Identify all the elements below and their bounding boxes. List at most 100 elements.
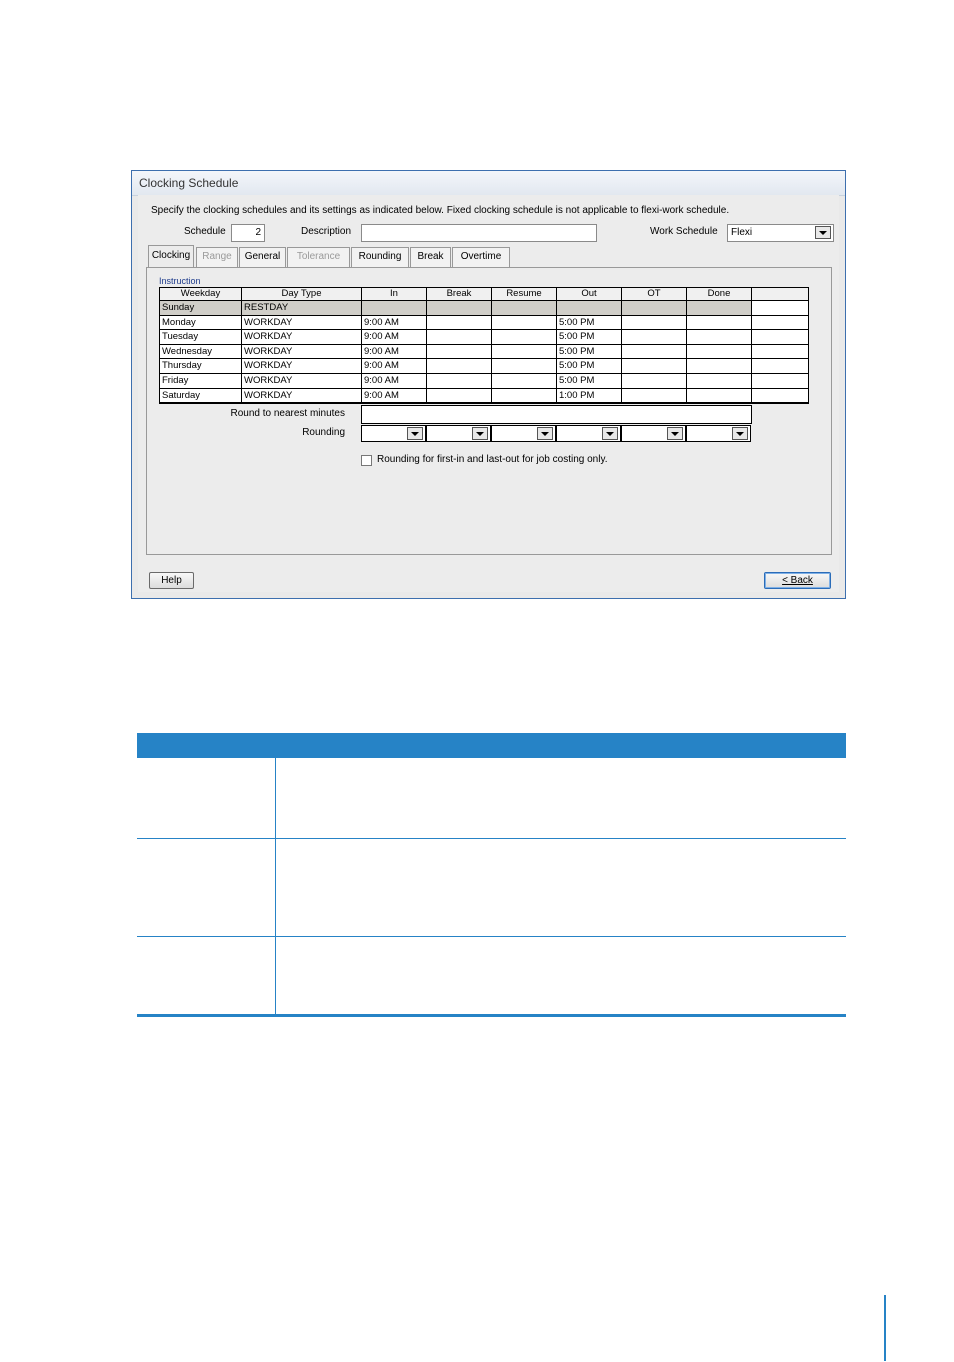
tab-general[interactable]: General (239, 247, 286, 267)
rounding-select[interactable] (426, 425, 491, 442)
column-header-day-type[interactable]: Day Type (242, 288, 362, 301)
grid-cell[interactable]: WORKDAY (242, 374, 362, 389)
grid-cell[interactable] (622, 359, 687, 374)
grid-cell[interactable] (492, 301, 557, 316)
grid-cell[interactable] (687, 330, 752, 345)
grid-cell[interactable]: WORKDAY (242, 344, 362, 360)
grid-cell[interactable] (557, 301, 622, 316)
grid-cell[interactable] (427, 301, 492, 316)
back-button[interactable]: < Back (764, 572, 831, 589)
grid-cell[interactable]: 9:00 AM (362, 330, 427, 345)
rounding-select[interactable] (361, 425, 426, 442)
grid-cell[interactable] (362, 301, 427, 316)
chevron-down-icon[interactable] (537, 427, 553, 440)
grid-cell[interactable]: 5:00 PM (557, 344, 622, 360)
weekday-cell[interactable]: Monday (160, 315, 242, 331)
grid-cell[interactable] (622, 344, 687, 360)
chevron-down-icon[interactable] (407, 427, 423, 440)
grid-cell[interactable]: 5:00 PM (557, 359, 622, 374)
window-titlebar[interactable]: Clocking Schedule (132, 171, 845, 196)
column-header-resume[interactable]: Resume (492, 288, 557, 301)
column-header-done[interactable]: Done (687, 288, 752, 301)
chevron-down-icon[interactable] (472, 427, 488, 440)
grid-cell[interactable] (427, 374, 492, 389)
grid-cell[interactable] (622, 374, 687, 389)
rounding-select[interactable] (686, 425, 751, 442)
weekday-cell[interactable]: Sunday (160, 301, 242, 316)
grid-cell[interactable]: WORKDAY (242, 359, 362, 374)
grid-cell[interactable]: 5:00 PM (557, 330, 622, 345)
chevron-down-icon[interactable] (815, 226, 831, 239)
rounding-select[interactable] (556, 425, 621, 442)
grid-cell[interactable] (492, 359, 557, 374)
grid-cell[interactable]: WORKDAY (242, 330, 362, 345)
grid-cell[interactable] (687, 344, 752, 360)
grid-cell[interactable] (492, 344, 557, 360)
rounding-label: Rounding (302, 427, 345, 438)
grid-cell[interactable]: 9:00 AM (362, 315, 427, 331)
grid-cell[interactable] (622, 301, 687, 316)
chevron-down-icon[interactable] (732, 427, 748, 440)
tab-overtime[interactable]: Overtime (452, 247, 510, 267)
grid-cell[interactable]: 5:00 PM (557, 374, 622, 389)
tab-clocking[interactable]: Clocking (148, 245, 194, 267)
grid-cell[interactable]: 9:00 AM (362, 359, 427, 374)
schedule-field[interactable]: 2 (231, 224, 265, 242)
grid-cell[interactable]: WORKDAY (242, 388, 362, 403)
grid-cell[interactable] (622, 330, 687, 345)
grid-cell[interactable] (492, 315, 557, 331)
chevron-down-icon[interactable] (602, 427, 618, 440)
grid-filler-cell (752, 345, 808, 360)
table-column-divider (275, 758, 276, 1017)
grid-cell[interactable] (427, 388, 492, 403)
weekday-cell[interactable]: Tuesday (160, 330, 242, 345)
chevron-down-icon[interactable] (667, 427, 683, 440)
rounding-select[interactable] (621, 425, 686, 442)
grid-filler-cell (752, 316, 808, 331)
help-button[interactable]: Help (149, 572, 194, 589)
tab-range[interactable]: Range (196, 247, 238, 267)
grid-cell[interactable] (687, 315, 752, 331)
column-header-out[interactable]: Out (557, 288, 622, 301)
description-field[interactable] (361, 224, 597, 242)
grid-cell[interactable] (427, 359, 492, 374)
panel-legend: Instruction (159, 276, 201, 286)
grid-cell[interactable] (427, 330, 492, 345)
grid-cell[interactable] (492, 330, 557, 345)
grid-cell[interactable]: 9:00 AM (362, 374, 427, 389)
document-table-header (137, 733, 846, 758)
rounding-select[interactable] (491, 425, 556, 442)
round-minutes-fields[interactable] (361, 405, 752, 424)
grid-cell[interactable] (622, 315, 687, 331)
column-header-weekday[interactable]: Weekday (160, 288, 242, 301)
job-costing-checkbox[interactable] (361, 455, 372, 466)
grid-cell[interactable] (622, 388, 687, 403)
column-header-break[interactable]: Break (427, 288, 492, 301)
work-schedule-select[interactable]: Flexi (727, 224, 834, 242)
grid-cell[interactable] (492, 388, 557, 403)
grid-cell[interactable]: 1:00 PM (557, 388, 622, 403)
weekday-cell[interactable]: Friday (160, 374, 242, 389)
grid-cell[interactable] (687, 359, 752, 374)
grid-cell[interactable]: 5:00 PM (557, 315, 622, 331)
grid-cell[interactable] (687, 374, 752, 389)
grid-cell[interactable]: 9:00 AM (362, 344, 427, 360)
column-header-ot[interactable]: OT (622, 288, 687, 301)
weekday-cell[interactable]: Saturday (160, 388, 242, 403)
grid-cell[interactable]: 9:00 AM (362, 388, 427, 403)
weekday-cell[interactable]: Thursday (160, 359, 242, 374)
grid-cell[interactable] (687, 388, 752, 403)
grid-cell[interactable]: RESTDAY (242, 301, 362, 316)
grid-cell[interactable] (687, 301, 752, 316)
tab-tolerance[interactable]: Tolerance (287, 247, 350, 267)
schedule-label: Schedule (184, 226, 226, 237)
grid-filler-cell (752, 374, 808, 389)
weekday-cell[interactable]: Wednesday (160, 344, 242, 360)
tab-break[interactable]: Break (410, 247, 451, 267)
tab-rounding[interactable]: Rounding (351, 247, 409, 267)
grid-cell[interactable]: WORKDAY (242, 315, 362, 331)
grid-cell[interactable] (427, 344, 492, 360)
grid-cell[interactable] (427, 315, 492, 331)
grid-cell[interactable] (492, 374, 557, 389)
column-header-in[interactable]: In (362, 288, 427, 301)
